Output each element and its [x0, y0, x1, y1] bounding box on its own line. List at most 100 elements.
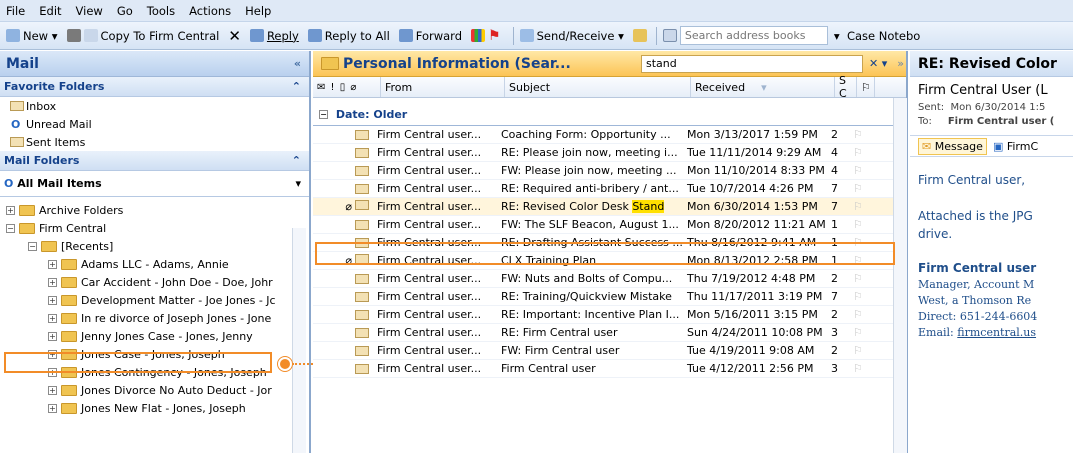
tree-item-jones-divorce[interactable]: + Jones Divorce No Auto Deduct - Jor: [0, 381, 309, 399]
signature-line: Manager, Account M: [918, 278, 1035, 291]
from-column-header[interactable]: From: [381, 77, 505, 97]
row-received: Thu 7/19/2012 4:48 PM: [687, 272, 816, 285]
expand-icon[interactable]: +: [48, 313, 57, 323]
expand-icon[interactable]: +: [48, 295, 57, 305]
categorize-icon[interactable]: [471, 29, 486, 42]
collapse-icon[interactable]: −: [28, 241, 37, 251]
menu-tools[interactable]: Tools: [147, 4, 175, 18]
attachment-icon: ⌀: [345, 200, 352, 213]
size-column-header[interactable]: S C: [835, 74, 857, 100]
table-row[interactable]: Firm Central user... RE: Firm Central use…: [313, 324, 906, 342]
flag-icon[interactable]: ⚐: [853, 272, 871, 285]
favorite-sent-items[interactable]: Sent Items: [0, 133, 309, 151]
menu-go[interactable]: Go: [117, 4, 133, 18]
print-icon[interactable]: [66, 29, 81, 42]
flag-icon[interactable]: ⚐: [853, 344, 871, 357]
expand-icon[interactable]: +: [48, 259, 57, 269]
menu-actions[interactable]: Actions: [189, 4, 231, 18]
collapse-nav-icon[interactable]: «: [294, 57, 301, 70]
flag-icon[interactable]: ⚐: [853, 218, 871, 231]
move-icon[interactable]: [83, 29, 98, 42]
new-button[interactable]: New ▾: [6, 29, 58, 43]
menu-view[interactable]: View: [76, 4, 103, 18]
tab-firm-central[interactable]: ▣ FirmC: [993, 140, 1038, 153]
email-link[interactable]: firmcentral.us: [957, 326, 1036, 339]
table-row[interactable]: Firm Central user... Firm Central user Tue…: [313, 360, 906, 378]
expand-icon[interactable]: +: [48, 277, 57, 287]
search-address-books-input[interactable]: Search address books: [679, 26, 828, 45]
tree-item-car-accident[interactable]: + Car Accident - John Doe - Doe, Johr: [0, 273, 309, 291]
flag-icon[interactable]: ⚐: [853, 182, 871, 195]
menu-help[interactable]: Help: [245, 4, 271, 18]
flag-icon[interactable]: ⚐: [853, 164, 871, 177]
favorite-inbox[interactable]: Inbox: [0, 97, 309, 115]
flag-icon[interactable]: ⚐: [853, 146, 871, 159]
table-row[interactable]: Firm Central user... FW: Nuts and Bolts o…: [313, 270, 906, 288]
expand-search-icon[interactable]: »: [897, 57, 904, 70]
flag-icon[interactable]: ⚑: [488, 28, 501, 44]
collapse-icon[interactable]: −: [6, 223, 15, 233]
tree-item-in-re-divorce[interactable]: + In re divorce of Joseph Jones - Jone: [0, 309, 309, 327]
mail-folders-header[interactable]: Mail Folders ⌃: [0, 151, 309, 171]
case-notebook-button[interactable]: ▾ Case Notebo: [834, 29, 920, 43]
favorite-folders-header[interactable]: Favorite Folders ⌃: [0, 77, 309, 97]
tree-item-jenny-jones-case[interactable]: + Jenny Jones Case - Jones, Jenny: [0, 327, 309, 345]
tree-item-recents[interactable]: − [Recents]: [0, 237, 309, 255]
flag-icon[interactable]: ⚐: [853, 128, 871, 141]
signature-name: Firm Central user: [918, 261, 1037, 275]
flag-icon[interactable]: ⚐: [853, 362, 871, 375]
row-received: Tue 4/12/2011 2:56 PM: [687, 362, 814, 375]
all-mail-items-dropdown[interactable]: O All Mail Items ▾: [0, 171, 309, 197]
row-from: Firm Central user...: [377, 308, 482, 321]
table-row[interactable]: Firm Central user... FW: The SLF Beacon, …: [313, 216, 906, 234]
row-size: 2: [831, 272, 838, 285]
table-row[interactable]: Firm Central user... Coaching Form: Oppor…: [313, 126, 906, 144]
tree-item-archive-folders[interactable]: + Archive Folders: [0, 201, 309, 219]
reply-button[interactable]: Reply: [249, 29, 299, 43]
copy-to-firm-central-button[interactable]: Copy To Firm Central: [101, 29, 220, 43]
group-header-older[interactable]: − Date: Older: [313, 104, 906, 126]
expand-icon[interactable]: +: [48, 403, 57, 413]
favorite-unread-mail[interactable]: O Unread Mail: [0, 115, 309, 133]
menu-edit[interactable]: Edit: [39, 4, 61, 18]
address-book-icon[interactable]: [662, 29, 677, 42]
expand-icon[interactable]: +: [6, 205, 15, 215]
flag-icon[interactable]: ⚐: [853, 326, 871, 339]
flag-icon[interactable]: ⚐: [853, 200, 871, 213]
flag-icon[interactable]: ⚐: [853, 308, 871, 321]
folder-icon: [61, 258, 77, 270]
row-subject: FW: The SLF Beacon, August 1...: [501, 218, 679, 231]
icon-columns-header[interactable]: ✉ ! ▯ ⌀: [313, 77, 381, 97]
expand-icon[interactable]: +: [48, 331, 57, 341]
tree-item-jones-new-flat[interactable]: + Jones New Flat - Jones, Joseph: [0, 399, 309, 417]
flag-icon[interactable]: ⚐: [853, 290, 871, 303]
menu-file[interactable]: File: [6, 4, 25, 18]
collapse-icon[interactable]: −: [319, 110, 328, 119]
table-row[interactable]: Firm Central user... FW: Please join now,…: [313, 162, 906, 180]
search-hit: Stand: [632, 200, 665, 213]
table-row[interactable]: Firm Central user... RE: Please join now,…: [313, 144, 906, 162]
reply-all-button[interactable]: Reply to All: [307, 29, 390, 43]
expand-icon[interactable]: +: [48, 385, 57, 395]
send-receive-button[interactable]: Send/Receive ▾: [519, 29, 624, 43]
tree-item-firm-central[interactable]: − Firm Central: [0, 219, 309, 237]
row-subject: RE: Please join now, meeting i...: [501, 146, 678, 159]
table-row[interactable]: Firm Central user... RE: Important: Incen…: [313, 306, 906, 324]
table-row[interactable]: Firm Central user... RE: Training/Quickvi…: [313, 288, 906, 306]
forward-button[interactable]: Forward: [398, 29, 462, 43]
nav-scrollbar[interactable]: [292, 228, 306, 453]
tree-item-adams-llc[interactable]: + Adams LLC - Adams, Annie: [0, 255, 309, 273]
table-row[interactable]: ⌀ Firm Central user... RE: Revised Color D…: [313, 198, 906, 216]
tab-message[interactable]: ✉ Message: [918, 137, 987, 155]
clear-search-icon[interactable]: ✕ ▾: [869, 57, 887, 70]
delete-button[interactable]: ✕: [228, 27, 241, 45]
received-column-header[interactable]: Received ▾: [691, 77, 835, 97]
table-row[interactable]: Firm Central user... FW: Firm Central use…: [313, 342, 906, 360]
flag-column-header[interactable]: ⚐: [857, 77, 875, 97]
tree-item-development-matter[interactable]: + Development Matter - Joe Jones - Jc: [0, 291, 309, 309]
list-scrollbar[interactable]: [893, 98, 907, 453]
find-icon[interactable]: [632, 29, 647, 42]
subject-column-header[interactable]: Subject: [505, 77, 691, 97]
table-row[interactable]: Firm Central user... RE: Required anti-br…: [313, 180, 906, 198]
instant-search-input[interactable]: stand: [641, 54, 863, 73]
